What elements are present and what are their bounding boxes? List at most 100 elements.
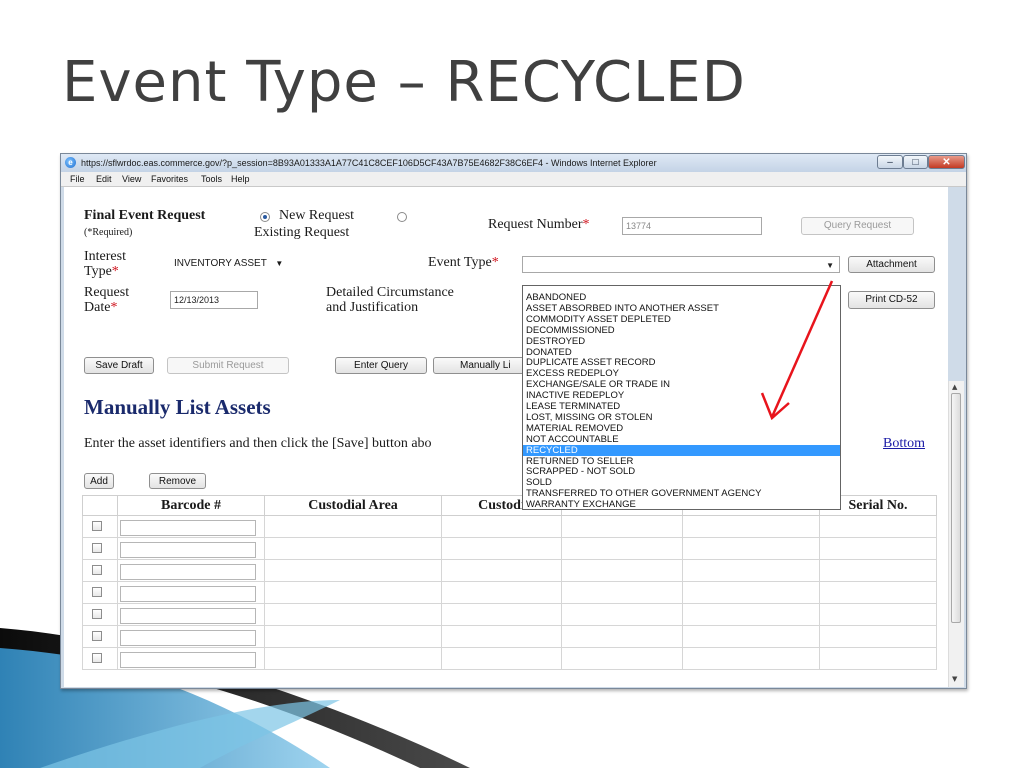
- table-cell[interactable]: [682, 515, 820, 538]
- barcode-input[interactable]: [120, 585, 256, 602]
- table-cell[interactable]: [819, 581, 937, 604]
- table-cell[interactable]: [441, 515, 562, 538]
- table-cell[interactable]: [264, 625, 442, 648]
- row-checkbox[interactable]: [92, 564, 102, 575]
- row-checkbox[interactable]: [92, 608, 102, 619]
- existing-request-radio[interactable]: [397, 212, 407, 222]
- barcode-input[interactable]: [120, 541, 256, 558]
- row-checkbox[interactable]: [92, 630, 102, 641]
- close-button[interactable]: ✕: [928, 155, 965, 169]
- dropdown-option[interactable]: RETURNED TO SELLER: [523, 456, 840, 467]
- scroll-down-icon[interactable]: ▼: [952, 675, 957, 683]
- dropdown-option[interactable]: WARRANTY EXCHANGE: [523, 499, 840, 510]
- table-cell[interactable]: [561, 559, 683, 582]
- table-cell[interactable]: [561, 537, 683, 560]
- table-cell[interactable]: [441, 559, 562, 582]
- table-cell[interactable]: [819, 515, 937, 538]
- table-cell: [82, 515, 118, 538]
- scroll-up-icon[interactable]: ▲: [952, 383, 957, 391]
- row-checkbox[interactable]: [92, 586, 102, 597]
- dropdown-option[interactable]: SCRAPPED - NOT SOLD: [523, 466, 840, 477]
- remove-button[interactable]: Remove: [149, 473, 206, 489]
- submit-request-button[interactable]: Submit Request: [167, 357, 289, 374]
- chevron-down-icon: ▼: [275, 259, 284, 268]
- table-cell: [117, 603, 265, 626]
- table-cell[interactable]: [561, 581, 683, 604]
- maximize-button[interactable]: □: [903, 155, 928, 169]
- existing-request-label: Existing Request: [254, 225, 350, 240]
- row-checkbox[interactable]: [92, 542, 102, 553]
- table-cell[interactable]: [819, 603, 937, 626]
- table-row: [82, 581, 937, 604]
- table-cell[interactable]: [682, 581, 820, 604]
- table-cell[interactable]: [441, 581, 562, 604]
- request-date-field[interactable]: 12/13/2013: [170, 291, 258, 309]
- table-cell[interactable]: [561, 515, 683, 538]
- slide-title: Event Type – RECYCLED: [62, 50, 746, 115]
- table-cell[interactable]: [819, 559, 937, 582]
- minimize-button[interactable]: –: [877, 155, 903, 169]
- interest-type-label: Interest Type*: [84, 249, 126, 279]
- bottom-link[interactable]: Bottom: [883, 436, 925, 452]
- barcode-input[interactable]: [120, 607, 256, 624]
- new-request-radio[interactable]: [260, 212, 270, 222]
- vertical-scrollbar[interactable]: ▲ ▼: [948, 381, 964, 687]
- row-checkbox[interactable]: [92, 652, 102, 663]
- menu-favorites[interactable]: Favorites: [151, 174, 188, 184]
- barcode-input[interactable]: [120, 563, 256, 580]
- menu-view[interactable]: View: [122, 174, 141, 184]
- table-cell[interactable]: [819, 625, 937, 648]
- event-type-label: Event Type*: [428, 255, 499, 270]
- table-cell[interactable]: [264, 581, 442, 604]
- table-cell[interactable]: [441, 625, 562, 648]
- table-cell: [117, 625, 265, 648]
- dropdown-option[interactable]: RECYCLED: [523, 444, 840, 456]
- row-checkbox[interactable]: [92, 520, 102, 531]
- attachment-button[interactable]: Attachment: [848, 256, 935, 273]
- table-cell[interactable]: [264, 515, 442, 538]
- table-cell[interactable]: [561, 647, 683, 670]
- menu-file[interactable]: File: [70, 174, 85, 184]
- barcode-input[interactable]: [120, 519, 256, 536]
- table-cell[interactable]: [264, 537, 442, 560]
- add-button[interactable]: Add: [84, 473, 114, 489]
- interest-type-select[interactable]: INVENTORY ASSET ▼: [174, 258, 283, 269]
- barcode-input[interactable]: [120, 651, 256, 668]
- table-cell[interactable]: [561, 603, 683, 626]
- table-cell[interactable]: [264, 559, 442, 582]
- dropdown-option[interactable]: NOT ACCOUNTABLE: [523, 434, 840, 445]
- request-number-field[interactable]: 13774: [622, 217, 762, 235]
- barcode-input[interactable]: [120, 629, 256, 646]
- table-cell: [117, 647, 265, 670]
- dropdown-option[interactable]: TRANSFERRED TO OTHER GOVERNMENT AGENCY: [523, 488, 840, 499]
- table-cell[interactable]: [264, 603, 442, 626]
- manually-list-button[interactable]: Manually Li: [433, 357, 525, 374]
- table-cell[interactable]: [682, 647, 820, 670]
- table-cell[interactable]: [441, 537, 562, 560]
- print-cd52-button[interactable]: Print CD-52: [848, 291, 935, 309]
- menu-help[interactable]: Help: [231, 174, 250, 184]
- table-cell[interactable]: [441, 647, 562, 670]
- table-cell[interactable]: [682, 559, 820, 582]
- circumstance-label: Detailed Circumstance and Justification: [326, 285, 454, 315]
- menu-tools[interactable]: Tools: [201, 174, 222, 184]
- table-row: [82, 515, 937, 538]
- table-cell[interactable]: [264, 647, 442, 670]
- table-cell[interactable]: [819, 647, 937, 670]
- save-draft-button[interactable]: Save Draft: [84, 357, 154, 374]
- menu-edit[interactable]: Edit: [96, 174, 112, 184]
- table-cell[interactable]: [561, 625, 683, 648]
- enter-query-button[interactable]: Enter Query: [335, 357, 427, 374]
- event-type-select[interactable]: ▼: [522, 256, 840, 273]
- table-cell[interactable]: [441, 603, 562, 626]
- table-cell[interactable]: [682, 537, 820, 560]
- table-cell[interactable]: [819, 537, 937, 560]
- scroll-thumb[interactable]: [951, 393, 961, 623]
- table-row: [82, 603, 937, 626]
- query-request-button[interactable]: Query Request: [801, 217, 914, 235]
- table-cell[interactable]: [682, 625, 820, 648]
- dropdown-option[interactable]: SOLD: [523, 477, 840, 488]
- table-cell[interactable]: [682, 603, 820, 626]
- table-cell: [117, 559, 265, 582]
- internet-explorer-icon: e: [65, 157, 76, 168]
